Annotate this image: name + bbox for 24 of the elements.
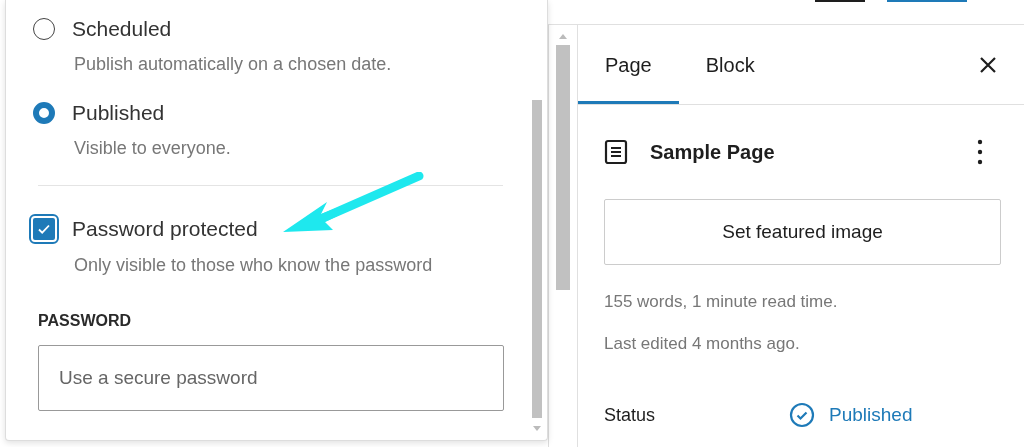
- status-label: Status: [604, 404, 657, 426]
- check-circle-icon: [789, 402, 815, 428]
- more-options-icon[interactable]: [977, 139, 983, 165]
- option-label: Published: [72, 101, 165, 125]
- scroll-up-icon[interactable]: [558, 33, 568, 39]
- post-info-text: Last edited 4 months ago.: [604, 333, 801, 354]
- option-label: Password protected: [72, 217, 258, 241]
- option-description: Publish automatically on a chosen date.: [74, 54, 393, 75]
- sidebar-tab[interactable]: Block: [678, 25, 782, 104]
- sidebar-tab[interactable]: Page: [578, 25, 679, 104]
- password-label: PASSWORD: [38, 312, 133, 330]
- password-field[interactable]: Use a secure password: [38, 345, 504, 411]
- page-icon: [604, 139, 628, 165]
- option-label: Scheduled: [72, 17, 172, 41]
- status-link[interactable]: Published: [829, 404, 913, 426]
- post-info-text: 155 words, 1 minute read time.: [604, 291, 839, 312]
- radio-button[interactable]: [33, 102, 55, 124]
- option-description: Only visible to those who know the password: [74, 255, 434, 276]
- page-title: Sample Page: [650, 140, 775, 164]
- set-featured-image-button[interactable]: Set featured image: [604, 199, 1001, 265]
- close-icon[interactable]: [979, 55, 997, 74]
- option-description: Visible to everyone.: [74, 138, 232, 159]
- checkbox[interactable]: [31, 216, 57, 242]
- scroll-down-icon[interactable]: [531, 426, 542, 432]
